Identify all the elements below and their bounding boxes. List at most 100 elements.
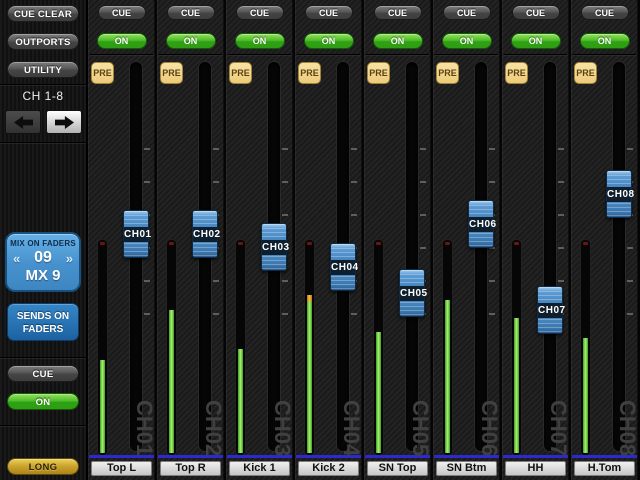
mix-name: MX 9 <box>25 267 61 284</box>
on-button[interactable]: ON <box>510 33 561 49</box>
channel-name-box[interactable]: SN Btm <box>436 461 497 476</box>
clip-led <box>238 242 243 245</box>
fader-scale-tick <box>558 181 564 183</box>
channel-name-box[interactable]: HH <box>505 461 566 476</box>
fader-scale-tick <box>489 148 495 150</box>
fader-cap[interactable]: CH01 <box>123 210 152 258</box>
mix-on-faders-title: MIX ON FADERS <box>10 239 76 248</box>
on-button[interactable]: ON <box>441 33 492 49</box>
channel-strips: CUE ON PRE CH01 CH01 Top L CUE ON PRE CH… <box>88 0 640 480</box>
cue-button[interactable]: CUE <box>304 5 353 20</box>
channel-name-box[interactable]: Top R <box>160 461 221 476</box>
fader-cap-label: CH03 <box>262 240 290 255</box>
fader-scale-tick <box>420 247 426 249</box>
channel-bank-next-button[interactable] <box>46 110 82 134</box>
on-button[interactable]: ON <box>165 33 216 49</box>
level-meter <box>305 240 314 455</box>
clip-led <box>169 242 174 245</box>
on-button[interactable]: ON <box>96 33 147 49</box>
channel-name-box[interactable]: Kick 1 <box>229 461 290 476</box>
cue-button[interactable]: CUE <box>580 5 629 20</box>
utility-button[interactable]: UTILITY <box>7 61 79 78</box>
fader-cap-label: CH01 <box>124 227 152 242</box>
pre-badge[interactable]: PRE <box>229 62 252 84</box>
fader-cap[interactable]: CH06 <box>468 200 496 248</box>
pre-badge[interactable]: PRE <box>436 62 459 84</box>
pre-badge[interactable]: PRE <box>505 62 528 84</box>
mix-next-chevron-icon[interactable]: » <box>66 251 73 266</box>
on-button[interactable]: ON <box>234 33 285 49</box>
fader-scale-tick <box>282 181 288 183</box>
clip-led <box>307 242 312 245</box>
master-cue-button[interactable]: CUE <box>7 365 79 382</box>
fader-scale-tick <box>351 313 357 315</box>
meter-fill <box>100 360 105 453</box>
channel-strip-ch01: CUE ON PRE CH01 CH01 Top L <box>88 0 157 480</box>
fader-track[interactable] <box>406 62 418 451</box>
mix-prev-chevron-icon[interactable]: « <box>13 251 20 266</box>
fader-cap[interactable]: CH03 <box>261 223 290 271</box>
cue-button[interactable]: CUE <box>97 5 146 20</box>
on-button[interactable]: ON <box>579 33 630 49</box>
long-faders-button[interactable]: LONG FADERS <box>7 458 79 480</box>
channel-name-box[interactable]: SN Top <box>367 461 428 476</box>
fader-cap-label: CH02 <box>193 227 221 242</box>
fader-scale-tick <box>282 214 288 216</box>
pre-badge[interactable]: PRE <box>298 62 321 84</box>
cue-button[interactable]: CUE <box>235 5 284 20</box>
pre-badge[interactable]: PRE <box>367 62 390 84</box>
meter-fill <box>238 349 243 453</box>
sends-on-faders-button[interactable]: SENDS ON FADERS <box>7 303 79 341</box>
fader-cap-label: CH04 <box>331 260 359 275</box>
cue-button[interactable]: CUE <box>373 5 422 20</box>
channel-name-box[interactable]: Kick 2 <box>298 461 359 476</box>
pre-badge[interactable]: PRE <box>574 62 597 84</box>
divider <box>435 54 498 55</box>
pre-badge[interactable]: PRE <box>91 62 114 84</box>
clip-led <box>514 242 519 245</box>
fader-track[interactable] <box>475 62 487 451</box>
divider <box>0 425 86 426</box>
channel-bank-prev-button[interactable] <box>5 110 41 134</box>
clip-led <box>100 242 105 245</box>
channel-name-box[interactable]: H.Tom <box>574 461 635 476</box>
divider <box>0 142 86 143</box>
channel-name-box[interactable]: Top L <box>91 461 152 476</box>
channel-strip-ch04: CUE ON PRE CH04 CH04 Kick 2 <box>295 0 364 480</box>
left-arrow-icon <box>14 116 33 129</box>
fader-scale-tick <box>282 148 288 150</box>
fader-track[interactable] <box>544 62 556 451</box>
divider <box>573 54 636 55</box>
fader-scale-tick <box>144 280 150 282</box>
channel-strip-ch05: CUE ON PRE CH05 CH05 SN Top <box>364 0 433 480</box>
master-on-button[interactable]: ON <box>7 393 79 410</box>
fader-cap[interactable]: CH07 <box>537 286 565 334</box>
channel-strip-ch08: CUE ON PRE CH08 CH08 H.Tom <box>571 0 640 480</box>
divider <box>0 357 86 358</box>
outports-button[interactable]: OUTPORTS <box>7 33 79 50</box>
divider <box>228 54 291 55</box>
cue-button[interactable]: CUE <box>511 5 560 20</box>
pre-badge[interactable]: PRE <box>160 62 183 84</box>
fader-scale-tick <box>213 148 219 150</box>
cue-button[interactable]: CUE <box>442 5 491 20</box>
channel-id-watermark: CH06 <box>477 399 502 456</box>
fader-cap[interactable]: CH05 <box>399 269 427 317</box>
fader-scale-tick <box>213 313 219 315</box>
divider <box>366 54 429 55</box>
fader-cap[interactable]: CH04 <box>330 243 359 291</box>
fader-scale-tick <box>420 148 426 150</box>
cue-clear-button[interactable]: CUE CLEAR <box>7 5 79 22</box>
mix-on-faders-panel[interactable]: MIX ON FADERS « 09 » MX 9 <box>5 232 81 292</box>
cue-button[interactable]: CUE <box>166 5 215 20</box>
channel-id-watermark: CH01 <box>132 399 157 456</box>
on-button[interactable]: ON <box>372 33 423 49</box>
channel-strip-ch07: CUE ON PRE CH07 CH07 HH <box>502 0 571 480</box>
fader-track[interactable] <box>613 62 625 451</box>
fader-scale-tick <box>351 214 357 216</box>
fader-cap[interactable]: CH02 <box>192 210 221 258</box>
clip-led <box>376 242 381 245</box>
fader-scale-tick <box>627 313 633 315</box>
on-button[interactable]: ON <box>303 33 354 49</box>
fader-cap[interactable]: CH08 <box>606 170 634 218</box>
